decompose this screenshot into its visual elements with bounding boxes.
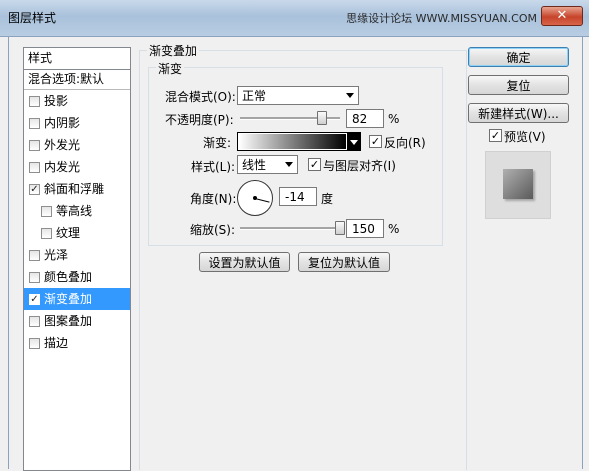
- style-item[interactable]: 外发光: [24, 134, 130, 156]
- style-item-checkbox[interactable]: [29, 338, 40, 349]
- style-item-label: 纹理: [56, 226, 81, 240]
- style-item-checkbox[interactable]: [29, 96, 40, 107]
- style-item[interactable]: ✓ 渐变叠加: [24, 288, 130, 310]
- style-item[interactable]: 投影: [24, 90, 130, 112]
- scale-unit: %: [388, 222, 400, 236]
- style-item-label: 渐变叠加: [44, 292, 93, 306]
- reverse-checkbox[interactable]: ✓: [369, 135, 382, 148]
- angle-needle: [254, 198, 270, 203]
- style-preview: [485, 151, 551, 219]
- style-item[interactable]: 等高线: [24, 200, 130, 222]
- style-item-checkbox[interactable]: [29, 118, 40, 129]
- style-item-checkbox[interactable]: [29, 140, 40, 151]
- preview-swatch: [503, 169, 533, 199]
- opacity-input[interactable]: 82: [346, 109, 384, 128]
- close-icon: ✕: [556, 8, 568, 23]
- reset-default-button[interactable]: 复位为默认值: [298, 252, 390, 272]
- window-title: 图层样式: [8, 11, 57, 25]
- ok-button[interactable]: 确定: [468, 47, 569, 67]
- blend-mode-value: 正常: [242, 89, 267, 103]
- set-default-button[interactable]: 设置为默认值: [199, 252, 290, 272]
- style-item[interactable]: 纹理: [24, 222, 130, 244]
- reset-button[interactable]: 复位: [468, 75, 569, 95]
- style-item-label: 颜色叠加: [44, 270, 93, 284]
- style-item[interactable]: 光泽: [24, 244, 130, 266]
- align-with-layer-checkbox[interactable]: ✓: [308, 158, 321, 171]
- opacity-unit: %: [388, 112, 400, 126]
- reverse-label: 反向(R): [384, 136, 426, 150]
- check-icon: ✓: [370, 135, 381, 148]
- group-title: 渐变叠加: [147, 42, 200, 59]
- style-items: 投影内阴影外发光内发光 ✓ 斜面和浮雕等高线纹理光泽颜色叠加 ✓ 渐变叠加图案叠加描边: [24, 90, 130, 354]
- style-item-checkbox[interactable]: [41, 228, 52, 239]
- style-item-checkbox[interactable]: [29, 250, 40, 261]
- blend-options-item[interactable]: 混合选项:默认: [24, 70, 130, 90]
- style-item-checkbox[interactable]: [29, 162, 40, 173]
- style-select[interactable]: 线性: [237, 155, 298, 174]
- watermark-text: 思缘设计论坛 WWW.MISSYUAN.COM: [346, 12, 537, 25]
- style-item-label: 投影: [44, 94, 69, 108]
- title-bar[interactable]: 图层样式 思缘设计论坛 WWW.MISSYUAN.COM ✕: [0, 0, 589, 37]
- style-list-header[interactable]: 样式: [24, 48, 130, 70]
- style-item[interactable]: 颜色叠加: [24, 266, 130, 288]
- style-item-label: 内发光: [44, 160, 81, 174]
- new-style-button[interactable]: 新建样式(W)...: [468, 103, 569, 123]
- style-item-label: 斜面和浮雕: [44, 182, 105, 196]
- gradient-preview[interactable]: [239, 134, 346, 149]
- gradient-label: 渐变:: [203, 136, 232, 150]
- angle-dial[interactable]: [237, 180, 273, 216]
- check-icon: ✓: [490, 129, 501, 142]
- style-item-label: 等高线: [56, 204, 93, 218]
- chevron-down-icon: [285, 162, 293, 167]
- style-item-label: 内阴影: [44, 116, 81, 130]
- opacity-label: 不透明度(P):: [165, 113, 234, 127]
- style-item-checkbox[interactable]: [29, 316, 40, 327]
- check-icon: ✓: [309, 158, 320, 171]
- style-item[interactable]: 图案叠加: [24, 310, 130, 332]
- style-list: 样式 混合选项:默认 投影内阴影外发光内发光 ✓ 斜面和浮雕等高线纹理光泽颜色叠加 ✓…: [23, 47, 131, 471]
- preview-checkbox[interactable]: ✓: [489, 129, 502, 142]
- style-item-label: 外发光: [44, 138, 81, 152]
- style-item-label: 光泽: [44, 248, 69, 262]
- style-label: 样式(L):: [191, 160, 236, 174]
- chevron-down-icon: [346, 93, 354, 98]
- style-item-label: 图案叠加: [44, 314, 93, 328]
- scale-input[interactable]: 150: [346, 219, 384, 238]
- close-button[interactable]: ✕: [541, 6, 583, 26]
- style-item[interactable]: 内阴影: [24, 112, 130, 134]
- style-item-checkbox[interactable]: [41, 206, 52, 217]
- blend-mode-label: 混合模式(O):: [165, 90, 236, 104]
- angle-input[interactable]: -14: [279, 187, 317, 206]
- style-item-checkbox[interactable]: ✓: [29, 294, 40, 305]
- style-value: 线性: [242, 158, 267, 172]
- scale-slider-track[interactable]: [240, 227, 340, 230]
- align-with-layer-label: 与图层对齐(I): [323, 159, 396, 173]
- gradient-picker[interactable]: [237, 132, 361, 151]
- gradient-dropdown-button[interactable]: [347, 133, 360, 150]
- scale-label: 缩放(S):: [190, 223, 236, 237]
- opacity-slider-thumb[interactable]: [317, 111, 327, 125]
- angle-dial-center: [253, 196, 257, 200]
- blend-mode-select[interactable]: 正常: [237, 86, 359, 105]
- angle-unit: 度: [321, 192, 334, 206]
- style-item[interactable]: 内发光: [24, 156, 130, 178]
- preview-label: 预览(V): [504, 130, 546, 144]
- angle-label: 角度(N):: [190, 192, 237, 206]
- style-item[interactable]: ✓ 斜面和浮雕: [24, 178, 130, 200]
- scale-slider-thumb[interactable]: [335, 221, 345, 235]
- subgroup-title: 渐变: [156, 60, 185, 77]
- style-item-checkbox[interactable]: ✓: [29, 184, 40, 195]
- style-item-checkbox[interactable]: [29, 272, 40, 283]
- style-item-label: 描边: [44, 336, 69, 350]
- style-item[interactable]: 描边: [24, 332, 130, 354]
